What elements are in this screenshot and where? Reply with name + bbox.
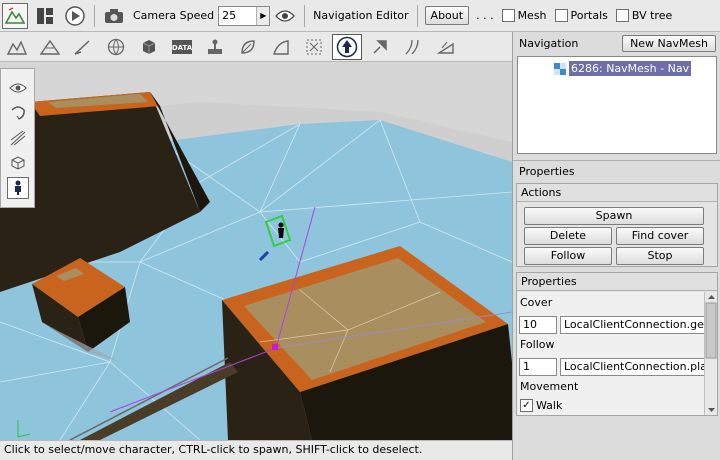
properties-section-title: Properties bbox=[513, 160, 720, 182]
spawn-button[interactable]: Spawn bbox=[524, 207, 704, 225]
follow-label: Follow bbox=[520, 338, 555, 351]
about-button[interactable]: About bbox=[424, 6, 470, 25]
follow-value-input[interactable]: 1 bbox=[519, 358, 557, 376]
character-icon[interactable] bbox=[6, 177, 29, 199]
follow-expression-input[interactable]: LocalClientConnection.player bbox=[560, 358, 705, 376]
editor-mode-label: Navigation Editor bbox=[313, 9, 409, 22]
properties-scrollbar[interactable] bbox=[704, 292, 717, 415]
walk-checkbox-box[interactable]: ✓ bbox=[520, 399, 533, 412]
rotate-icon[interactable] bbox=[7, 102, 29, 124]
mesh-checkbox-label: Mesh bbox=[517, 9, 547, 22]
eye-icon[interactable] bbox=[7, 77, 29, 99]
movement-label: Movement bbox=[520, 380, 579, 393]
box-outline-icon[interactable] bbox=[7, 152, 29, 174]
delete-button[interactable]: Delete bbox=[524, 227, 612, 245]
terrain-icon[interactable] bbox=[2, 34, 32, 60]
scroll-up-icon[interactable] bbox=[708, 295, 715, 299]
actions-group: Actions Spawn Delete Find cover Follow S… bbox=[516, 183, 718, 267]
cover-expression-input[interactable]: LocalClientConnection.getCo bbox=[560, 316, 705, 334]
follow-button[interactable]: Follow bbox=[524, 247, 612, 265]
stop-button[interactable]: Stop bbox=[616, 247, 704, 265]
navigation-icon[interactable] bbox=[332, 33, 362, 60]
joystick-icon[interactable] bbox=[200, 34, 230, 60]
chevron-right-icon[interactable]: ▶ bbox=[256, 6, 270, 25]
bv-tree-checkbox[interactable]: BV tree bbox=[615, 9, 673, 22]
scene-render[interactable] bbox=[0, 62, 512, 440]
cube-icon[interactable] bbox=[134, 34, 164, 60]
main-toolbar: Camera Speed 25 ▶ Navigation Editor Abou… bbox=[0, 0, 720, 32]
data-icon[interactable]: DATA bbox=[167, 34, 197, 60]
find-cover-button[interactable]: Find cover bbox=[616, 227, 704, 245]
mesh-checkbox-box[interactable] bbox=[501, 9, 515, 22]
navigation-header: Navigation New NavMesh bbox=[513, 32, 720, 54]
mountain-icon[interactable] bbox=[35, 34, 65, 60]
camera-icon[interactable] bbox=[101, 3, 127, 29]
select-region-icon[interactable] bbox=[299, 34, 329, 60]
properties-title: Properties bbox=[517, 273, 717, 291]
bv-tree-checkbox-label: BV tree bbox=[631, 9, 673, 22]
navmesh-icon bbox=[554, 62, 566, 75]
actions-title: Actions bbox=[517, 184, 717, 202]
camera-speed-spinbox[interactable]: 25 ▶ bbox=[218, 5, 271, 26]
viewport-tools-panel bbox=[0, 68, 35, 208]
navmesh-item-label[interactable]: 6286: NavMesh - Nav bbox=[569, 61, 692, 76]
leaf-icon[interactable] bbox=[233, 34, 263, 60]
toolbar-separator bbox=[416, 4, 418, 27]
walk-checkbox-label: Walk bbox=[536, 399, 563, 412]
scroll-down-icon[interactable] bbox=[708, 408, 715, 412]
arrow-walk-icon[interactable] bbox=[365, 34, 395, 60]
path-icon[interactable] bbox=[7, 127, 29, 149]
properties-group: Properties Cover 10 LocalClientConnectio… bbox=[516, 272, 718, 416]
portals-checkbox-box[interactable] bbox=[554, 9, 568, 22]
terrain-editor-icon[interactable] bbox=[2, 2, 28, 29]
mesh-checkbox[interactable]: Mesh bbox=[501, 9, 547, 22]
list-item[interactable]: 6286: NavMesh - Nav bbox=[554, 61, 692, 76]
scroll-thumb[interactable] bbox=[705, 302, 717, 359]
navmesh-list[interactable]: 6286: NavMesh - Nav bbox=[517, 56, 717, 154]
cover-value-input[interactable]: 10 bbox=[519, 316, 557, 334]
bv-tree-checkbox-box[interactable] bbox=[615, 9, 629, 22]
stairs-icon[interactable] bbox=[266, 34, 296, 60]
data-icon-text: DATA bbox=[172, 44, 193, 52]
portals-checkbox[interactable]: Portals bbox=[554, 9, 608, 22]
camera-speed-label: Camera Speed bbox=[133, 9, 215, 22]
layout-icon[interactable] bbox=[32, 3, 58, 29]
ramp-icon[interactable] bbox=[431, 34, 461, 60]
camera-speed-value[interactable]: 25 bbox=[219, 7, 256, 25]
eye-icon[interactable] bbox=[272, 3, 298, 29]
portals-checkbox-label: Portals bbox=[570, 9, 608, 22]
editor-tools-toolbar: DATA bbox=[0, 32, 512, 62]
navigation-title: Navigation bbox=[519, 36, 579, 50]
play-icon[interactable] bbox=[62, 3, 88, 29]
more-ellipsis[interactable]: . . . bbox=[472, 9, 497, 22]
properties-scroll-area[interactable]: Cover 10 LocalClientConnection.getCo Fol… bbox=[517, 292, 705, 415]
3d-viewport[interactable] bbox=[0, 62, 512, 440]
cover-label: Cover bbox=[520, 296, 553, 309]
walk-checkbox[interactable]: ✓ Walk bbox=[520, 399, 562, 412]
right-panel: Navigation New NavMesh 6286: NavMesh - N… bbox=[512, 32, 720, 460]
status-bar: Click to select/move character, CTRL-cli… bbox=[0, 440, 512, 460]
rails-icon[interactable] bbox=[398, 34, 428, 60]
brush-icon[interactable] bbox=[68, 34, 98, 60]
toolbar-separator bbox=[304, 4, 306, 27]
new-navmesh-button[interactable]: New NavMesh bbox=[622, 34, 716, 52]
globe-icon[interactable] bbox=[101, 34, 131, 60]
toolbar-separator bbox=[94, 4, 95, 27]
